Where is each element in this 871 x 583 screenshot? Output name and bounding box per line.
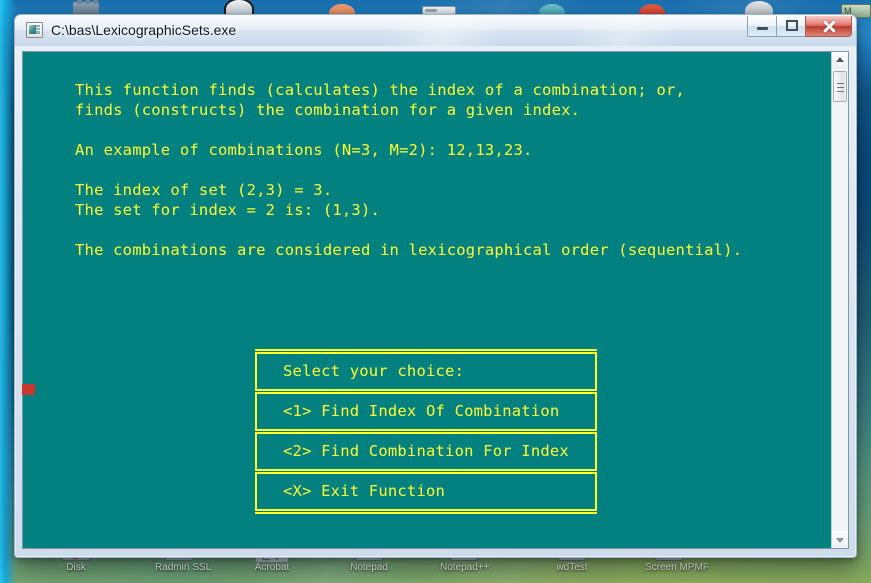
desktop-icon-label: Notepad++ <box>440 562 490 573</box>
scroll-up-arrow-icon <box>836 56 844 62</box>
desktop-icon-label: Screen MPMF <box>645 562 709 573</box>
scrollbar-track[interactable] <box>832 69 848 531</box>
console-output-area[interactable]: This function finds (calculates) the ind… <box>23 52 831 548</box>
desktop-icon-label: Radmin SSL <box>155 562 212 573</box>
minimize-button[interactable] <box>747 16 776 37</box>
menu-box-bottom-border <box>255 509 597 514</box>
close-icon <box>821 18 837 34</box>
vertical-scrollbar[interactable] <box>831 52 848 548</box>
menu-option-2[interactable]: <2> Find Combination For Index <box>255 434 597 469</box>
scrollbar-thumb-grip-icon <box>837 83 844 92</box>
app-icon-screen <box>29 25 36 34</box>
menu-option-1-label: <1> Find Index Of Combination <box>283 402 560 420</box>
scroll-down-button[interactable] <box>832 531 848 548</box>
app-icon-bars <box>36 25 40 34</box>
desktop-icon-label: Acrobat <box>254 562 290 573</box>
scrollbar-thumb[interactable] <box>833 71 847 102</box>
window-edge-marker <box>22 384 35 395</box>
menu-option-x-label: <X> Exit Function <box>283 482 446 500</box>
scroll-down-arrow-icon <box>836 537 844 543</box>
menu-option-x[interactable]: <X> Exit Function <box>255 474 597 509</box>
maximize-icon <box>786 20 798 31</box>
minimize-icon <box>757 27 768 30</box>
menu-option-1[interactable]: <1> Find Index Of Combination <box>255 394 597 429</box>
window-controls <box>747 16 852 38</box>
menu-option-2-label: <2> Find Combination For Index <box>283 442 569 460</box>
desktop-icon-label: wdTest <box>556 562 588 573</box>
close-button[interactable] <box>805 16 852 37</box>
menu-box: Select your choice: <1> Find Index Of Co… <box>255 349 597 514</box>
window-titlebar[interactable]: C:\bas\LexicographicSets.exe <box>15 15 856 46</box>
maximize-button[interactable] <box>776 16 805 37</box>
console-text: This function finds (calculates) the ind… <box>75 80 743 259</box>
window-title: C:\bas\LexicographicSets.exe <box>51 22 237 38</box>
menu-prompt-label: Select your choice: <box>283 362 465 380</box>
desktop-icon-label: Disk <box>66 562 86 573</box>
menu-prompt-row: Select your choice: <box>255 354 597 389</box>
desktop-icon-label: Notepad <box>350 562 388 573</box>
window-client-area: This function finds (calculates) the ind… <box>22 51 849 549</box>
scroll-up-button[interactable] <box>832 52 848 69</box>
console-app-icon <box>26 22 43 38</box>
console-window: C:\bas\LexicographicSets.exe This functi… <box>14 14 857 558</box>
